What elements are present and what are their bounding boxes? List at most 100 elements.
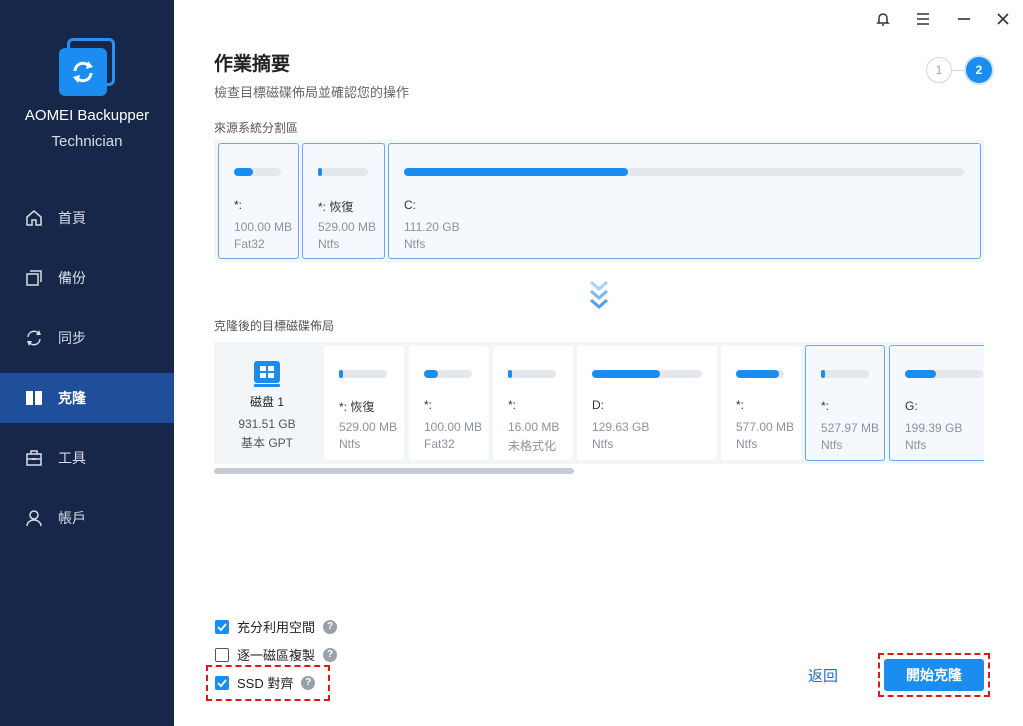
partition-size: 199.39 GB (905, 421, 963, 435)
menu-icon[interactable] (912, 8, 934, 30)
partition-filesystem: 未格式化 (508, 439, 557, 453)
sidebar-item-label: 首頁 (58, 210, 86, 226)
sidebar: AOMEI Backupper Technician 首頁 備份 同步 克隆 工… (0, 0, 174, 726)
double-chevron-down-icon (589, 280, 609, 312)
toolbox-icon (24, 448, 44, 468)
partition-card[interactable]: *: 恢復 529.00 MB Ntfs (324, 346, 404, 460)
option-sector-by-sector[interactable]: 逐一磁區複製 ? (215, 645, 338, 664)
back-button[interactable]: 返回 (808, 665, 838, 686)
partition-filesystem: Fat32 (234, 237, 265, 251)
partition-size: 100.00 MB (424, 420, 483, 434)
disk-type: 基本 GPT (240, 436, 293, 450)
partition-filesystem: Ntfs (404, 237, 426, 251)
partition-usage-bar (318, 168, 322, 176)
step-indicator-2: 2 (966, 57, 992, 83)
partition-label: *: (424, 398, 433, 412)
partition-card[interactable]: *: 577.00 MB Ntfs (721, 346, 801, 460)
partition-size: 527.97 MB (821, 421, 880, 435)
scrollbar-thumb[interactable] (214, 468, 574, 474)
source-section-label: 來源系統分割區 (214, 121, 299, 135)
partition-size: 577.00 MB (736, 420, 795, 434)
partition-size: 129.63 GB (592, 420, 650, 434)
partition-label: *: (736, 398, 745, 412)
sidebar-item-tools[interactable]: 工具 (0, 433, 174, 483)
option-label: 充分利用空間 (237, 620, 316, 635)
partition-card[interactable]: *: 100.00 MB Fat32 (218, 143, 299, 259)
highlight-box-ssd-align (206, 665, 330, 701)
partition-label: *: (508, 398, 517, 412)
sidebar-item-label: 工具 (58, 450, 86, 466)
partition-card[interactable]: *: 100.00 MB Fat32 (409, 346, 489, 460)
partition-filesystem: Ntfs (905, 438, 927, 452)
partition-filesystem: Fat32 (424, 437, 455, 451)
partition-size: 529.00 MB (318, 220, 377, 234)
disk-size: 931.51 GB (238, 417, 296, 431)
partition-filesystem: Ntfs (821, 438, 843, 452)
partition-size: 16.00 MB (508, 420, 560, 434)
partition-card[interactable]: C: 111.20 GB Ntfs (388, 143, 981, 259)
partition-filesystem: Ntfs (339, 437, 361, 451)
sidebar-item-clone[interactable]: 克隆 (0, 373, 174, 423)
sidebar-item-label: 帳戶 (58, 510, 86, 526)
partition-card[interactable]: D: 129.63 GB Ntfs (577, 346, 717, 460)
source-partition-map: *: 100.00 MB Fat32 *: 恢復 529.00 MB Ntfs … (214, 140, 984, 262)
sidebar-item-sync[interactable]: 同步 (0, 313, 174, 363)
option-make-full-use[interactable]: 充分利用空間 ? (215, 617, 338, 636)
partition-label: *: (821, 399, 830, 413)
sidebar-item-label: 同步 (58, 330, 86, 346)
partition-usage-bar (736, 370, 780, 378)
disk-name: 磁盘 1 (249, 395, 284, 409)
horizontal-scrollbar[interactable] (214, 468, 984, 474)
partition-size: 111.20 GB (404, 220, 460, 234)
backup-icon (24, 268, 44, 288)
partition-card[interactable]: *: 16.00 MB 未格式化 (493, 346, 573, 460)
help-icon[interactable]: ? (323, 647, 338, 662)
checkbox-unchecked-icon[interactable] (215, 647, 229, 662)
sidebar-item-home[interactable]: 首頁 (0, 193, 174, 243)
app-name: AOMEI Backupper (24, 107, 150, 124)
minimize-icon[interactable] (953, 8, 975, 30)
partition-label: *: 恢復 (339, 400, 375, 414)
partition-label: D: (592, 398, 604, 412)
partition-filesystem: Ntfs (736, 437, 758, 451)
target-disk-info: 磁盘 1 931.51 GB 基本 GPT (214, 342, 320, 464)
sync-icon (24, 328, 44, 348)
target-section-label: 克隆後的目標磁碟佈局 (214, 319, 335, 333)
partition-card[interactable]: *: 527.97 MB Ntfs (805, 345, 885, 461)
option-label: 逐一磁區複製 (237, 648, 316, 663)
partition-usage-bar (424, 370, 439, 378)
sidebar-item-label: 克隆 (58, 390, 86, 406)
app-logo-icon (57, 38, 117, 98)
partition-size: 100.00 MB (234, 220, 293, 234)
home-icon (24, 208, 44, 228)
partition-label: *: (234, 198, 243, 212)
partition-label: G: (905, 399, 918, 413)
partition-label: *: 恢復 (318, 200, 354, 214)
partition-usage-bar (404, 168, 628, 176)
disk-icon (252, 359, 282, 389)
close-icon[interactable] (992, 8, 1014, 30)
step-connector (952, 70, 966, 71)
partition-card[interactable]: G: 199.39 GB Ntfs (889, 345, 984, 461)
target-partition-map: 磁盘 1 931.51 GB 基本 GPT *: 恢復 529.00 MB Nt… (214, 342, 984, 464)
partition-usage-bar (821, 370, 825, 378)
page-title: 作業摘要 (214, 54, 291, 75)
partition-filesystem: Ntfs (318, 237, 340, 251)
checkbox-checked-icon[interactable] (215, 619, 229, 634)
page-subtitle: 檢查目標磁碟佈局並確認您的操作 (214, 85, 410, 100)
sidebar-item-label: 備份 (58, 270, 86, 286)
clone-icon (24, 388, 44, 408)
partition-size: 529.00 MB (339, 420, 398, 434)
partition-card[interactable]: *: 恢復 529.00 MB Ntfs (302, 143, 385, 259)
partition-usage-bar (905, 370, 937, 378)
notification-bell-icon[interactable] (872, 8, 894, 30)
partition-usage-bar (592, 370, 661, 378)
partition-usage-bar (508, 370, 512, 378)
sidebar-item-account[interactable]: 帳戶 (0, 493, 174, 543)
help-icon[interactable]: ? (323, 619, 338, 634)
partition-usage-bar (339, 370, 343, 378)
partition-usage-bar (234, 168, 253, 176)
start-clone-button[interactable]: 開始克隆 (884, 659, 984, 691)
sidebar-item-backup[interactable]: 備份 (0, 253, 174, 303)
user-icon (24, 508, 44, 528)
